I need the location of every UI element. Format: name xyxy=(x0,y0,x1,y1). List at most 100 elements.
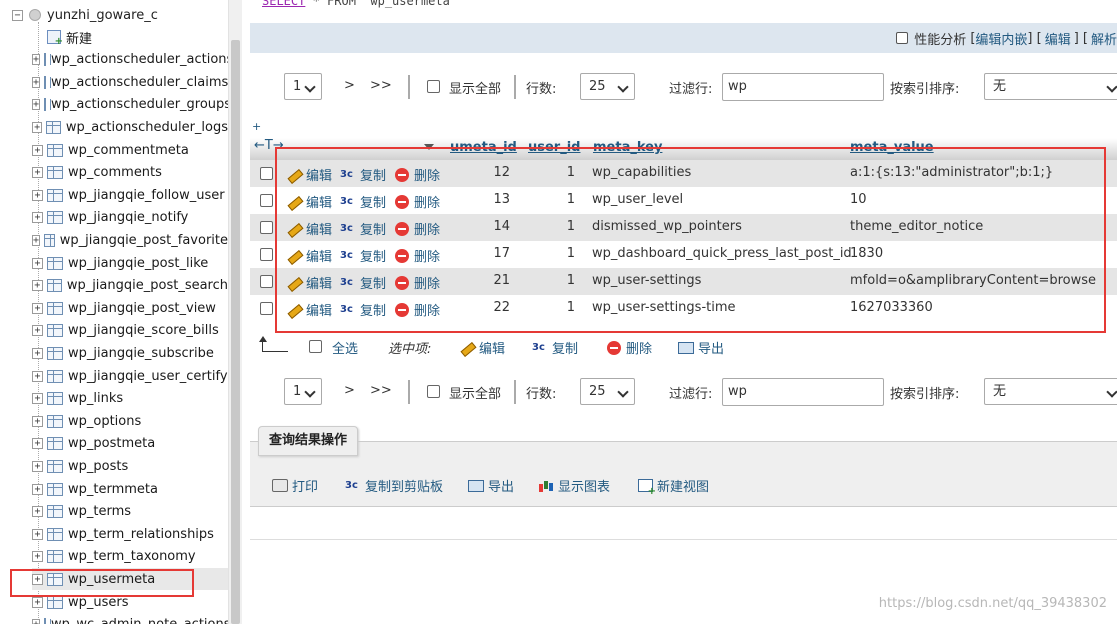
expand-icon[interactable]: + xyxy=(32,325,43,337)
sidebar-item-wp-term-taxonomy[interactable]: + wp_term_taxonomy xyxy=(32,546,228,568)
sidebar-item-wp-jiangqie-post-like[interactable]: + wp_jiangqie_post_like xyxy=(32,252,228,274)
row-edit-button[interactable]: 编辑 xyxy=(286,300,332,319)
rows-select[interactable]: 25 xyxy=(580,378,635,405)
expand-icon[interactable]: + xyxy=(32,121,43,133)
row-copy-button[interactable]: 3c 复制 xyxy=(340,300,386,320)
profiling-checkbox[interactable] xyxy=(896,32,909,44)
sidebar-item-wp-terms[interactable]: + wp_terms xyxy=(32,501,228,523)
sort-select[interactable]: 无 xyxy=(984,378,1117,405)
sidebar-scrollbar-thumb[interactable] xyxy=(231,40,240,624)
row-edit-button[interactable]: 编辑 xyxy=(286,192,332,211)
sidebar-item-wp-postmeta[interactable]: + wp_postmeta xyxy=(32,433,228,455)
cell-umeta-id[interactable]: 17 xyxy=(470,246,510,261)
row-copy-button[interactable]: 3c 复制 xyxy=(340,165,386,185)
cell-umeta-id[interactable]: 13 xyxy=(470,192,510,207)
edit-inline-link[interactable]: 编辑内嵌 xyxy=(975,29,1027,48)
cell-meta-value[interactable]: a:1:{s:13:"administrator";b:1;} xyxy=(850,165,1053,180)
sidebar-item-wp-options[interactable]: + wp_options xyxy=(32,410,228,432)
sidebar-item-wp-jiangqie-post-favorite[interactable]: + wp_jiangqie_post_favorite xyxy=(32,229,228,251)
sidebar-item-wp-jiangqie-post-search[interactable]: + wp_jiangqie_post_search xyxy=(32,275,228,297)
sql-keyword[interactable]: SELECT xyxy=(262,0,305,8)
expand-icon[interactable]: + xyxy=(32,234,41,246)
row-copy-button[interactable]: 3c 复制 xyxy=(340,192,386,212)
cell-user-id[interactable]: 1 xyxy=(550,300,575,315)
sidebar-item-wp-jiangqie-notify[interactable]: + wp_jiangqie_notify xyxy=(32,207,228,229)
sidebar-item-wp-usermeta[interactable]: + wp_usermeta xyxy=(32,568,228,591)
cell-meta-value[interactable]: 1627033360 xyxy=(850,300,933,315)
expand-icon[interactable]: + xyxy=(32,393,43,405)
collapse-icon[interactable]: − xyxy=(12,9,23,21)
cell-user-id[interactable]: 1 xyxy=(550,219,575,234)
cell-meta-key[interactable]: wp_user-settings xyxy=(592,273,701,288)
next-page-button[interactable]: > xyxy=(344,383,355,398)
row-edit-button[interactable]: 编辑 xyxy=(286,273,332,292)
row-edit-button[interactable]: 编辑 xyxy=(286,165,332,184)
sidebar-item-wp-termmeta[interactable]: + wp_termmeta xyxy=(32,478,228,500)
expand-icon[interactable]: + xyxy=(32,573,43,585)
expand-icon[interactable]: + xyxy=(32,167,43,179)
next-page-button[interactable]: > xyxy=(344,78,355,93)
last-page-button[interactable]: >> xyxy=(370,383,392,398)
sidebar-item-wp-jiangqie-score-bills[interactable]: + wp_jiangqie_score_bills xyxy=(32,320,228,342)
cell-meta-key[interactable]: wp_capabilities xyxy=(592,165,691,180)
expand-icon[interactable]: + xyxy=(32,99,41,111)
cell-meta-key[interactable]: wp_dashboard_quick_press_last_post_id xyxy=(592,246,852,261)
cell-user-id[interactable]: 1 xyxy=(550,273,575,288)
expand-icon[interactable]: + xyxy=(32,506,43,518)
display-chart-button[interactable]: 显示图表 xyxy=(538,476,610,495)
row-checkbox[interactable] xyxy=(260,275,273,288)
row-copy-button[interactable]: 3c 复制 xyxy=(340,219,386,239)
row-delete-button[interactable]: 删除 xyxy=(395,219,440,238)
expand-icon[interactable]: + xyxy=(32,483,43,495)
cell-umeta-id[interactable]: 12 xyxy=(470,165,510,180)
header-dropdown-icon[interactable] xyxy=(424,144,434,150)
expand-icon[interactable]: + xyxy=(32,144,43,156)
show-all-checkbox[interactable] xyxy=(427,385,440,398)
row-delete-button[interactable]: 删除 xyxy=(395,192,440,211)
sidebar-item-wp-posts[interactable]: + wp_posts xyxy=(32,455,228,477)
row-edit-button[interactable]: 编辑 xyxy=(286,219,332,238)
sidebar-item-wp-jiangqie-follow-user[interactable]: + wp_jiangqie_follow_user xyxy=(32,184,228,206)
row-delete-button[interactable]: 删除 xyxy=(395,246,440,265)
cell-meta-key[interactable]: wp_user-settings-time xyxy=(592,300,736,315)
row-checkbox[interactable] xyxy=(260,302,273,315)
sidebar-item-wp-actionscheduler-logs[interactable]: + wp_actionscheduler_logs xyxy=(32,116,228,138)
sidebar-item-wp-jiangqie-subscribe[interactable]: + wp_jiangqie_subscribe xyxy=(32,342,228,364)
expand-icon[interactable]: + xyxy=(32,415,43,427)
sidebar-item-wp-jiangqie-user-certify[interactable]: + wp_jiangqie_user_certify xyxy=(32,365,228,387)
row-delete-button[interactable]: 删除 xyxy=(395,273,440,292)
row-delete-button[interactable]: 删除 xyxy=(395,300,440,319)
row-checkbox[interactable] xyxy=(260,167,273,180)
cell-user-id[interactable]: 1 xyxy=(550,192,575,207)
sidebar-scrollbar[interactable] xyxy=(228,0,242,624)
rows-select[interactable]: 25 xyxy=(580,73,635,100)
expand-icon[interactable]: + xyxy=(32,460,43,472)
sidebar-item-wp-users[interactable]: + wp_users xyxy=(32,591,228,613)
show-all-label[interactable]: 显示全部 xyxy=(449,383,501,402)
col-meta-key[interactable]: meta_key xyxy=(593,140,662,155)
sidebar-item-wp-actionscheduler-groups[interactable]: + wp_actionscheduler_groups xyxy=(32,94,228,116)
expand-icon[interactable]: + xyxy=(32,370,43,382)
show-all-checkbox[interactable] xyxy=(427,80,440,93)
column-toggle-arrows[interactable]: ←T→ xyxy=(254,138,284,153)
expand-icon[interactable]: + xyxy=(32,189,43,201)
print-button[interactable]: 打印 xyxy=(272,476,318,495)
select-all-label[interactable]: 全选 xyxy=(332,338,358,357)
last-page-button[interactable]: >> xyxy=(370,78,392,93)
database-name[interactable]: yunzhi_goware_c xyxy=(47,8,158,23)
cell-user-id[interactable]: 1 xyxy=(550,246,575,261)
expand-icon[interactable]: + xyxy=(32,76,41,88)
cell-meta-value[interactable]: 10 xyxy=(850,192,867,207)
sidebar-item-wp-wc-admin-note-actions[interactable]: + wp_wc_admin_note_actions xyxy=(32,614,228,624)
sidebar-item-new[interactable]: 新建 xyxy=(32,26,228,48)
sidebar-item-wp-comments[interactable]: + wp_comments xyxy=(32,162,228,184)
expand-icon[interactable]: + xyxy=(32,528,43,540)
sort-select[interactable]: 无 xyxy=(984,73,1117,100)
select-all-checkbox[interactable] xyxy=(309,340,322,353)
row-copy-button[interactable]: 3c 复制 xyxy=(340,273,386,293)
col-umeta-id[interactable]: umeta_id xyxy=(450,140,517,155)
cell-umeta-id[interactable]: 14 xyxy=(470,219,510,234)
show-all-label[interactable]: 显示全部 xyxy=(449,78,501,97)
row-checkbox[interactable] xyxy=(260,194,273,207)
cell-meta-value[interactable]: theme_editor_notice xyxy=(850,219,983,234)
